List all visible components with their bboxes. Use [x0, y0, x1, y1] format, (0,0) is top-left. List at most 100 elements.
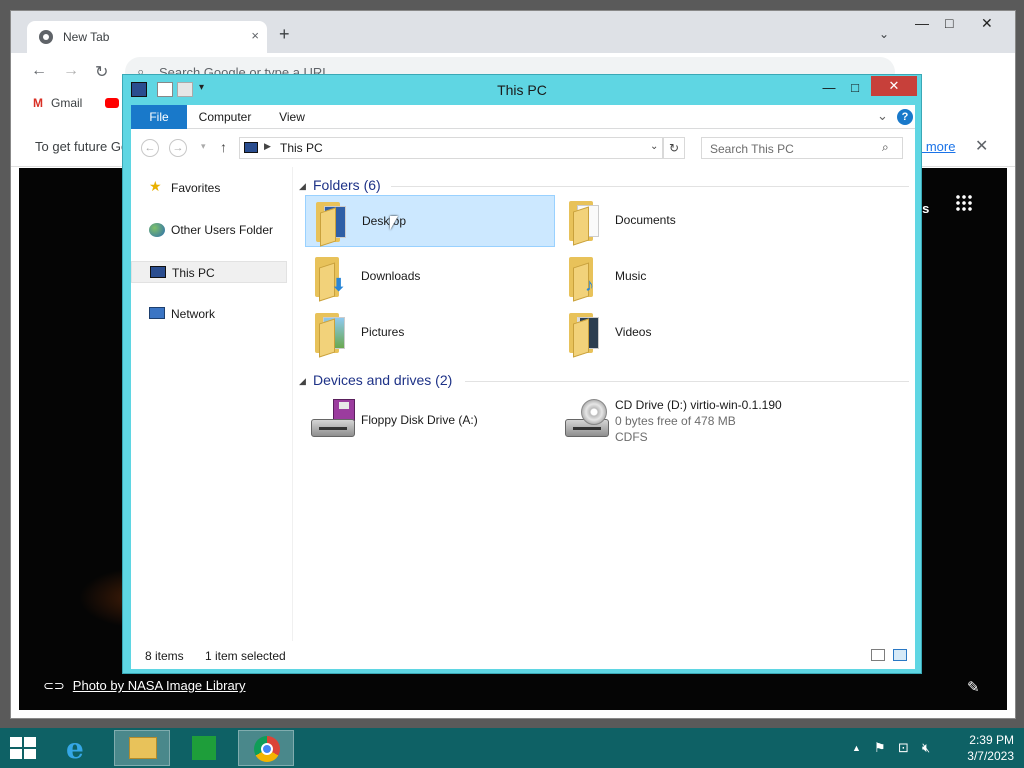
nav-item-this-pc[interactable]: This PC — [131, 261, 287, 283]
drive-label: CD Drive (D:) virtio-win-0.1.190 — [615, 398, 782, 412]
chrome-minimize-button[interactable]: — — [915, 15, 929, 31]
search-icon[interactable]: ⌕ — [882, 140, 889, 155]
collapse-triangle-icon[interactable]: ◢ — [299, 376, 306, 387]
customize-edit-icon[interactable]: ✎ — [967, 678, 980, 696]
address-bar[interactable]: ▶ This PC ⌄ — [239, 137, 663, 159]
folder-label: Downloads — [361, 269, 421, 283]
expand-ribbon-chevron-icon[interactable]: ⌄ — [877, 108, 888, 124]
devices-group-header[interactable]: ◢ Devices and drives (2) — [299, 372, 909, 392]
action-center-flag-icon[interactable]: ⚑ — [874, 740, 886, 756]
network-tray-icon[interactable]: ⊡ — [898, 740, 909, 756]
group-divider — [391, 186, 909, 187]
address-this-pc-icon — [244, 142, 258, 153]
large-icons-view-icon[interactable] — [893, 649, 907, 661]
chrome-tab-close-icon[interactable]: × — [251, 28, 259, 43]
drive-cd-d[interactable]: CD Drive (D:) virtio-win-0.1.190 0 bytes… — [559, 393, 809, 445]
folder-pictures[interactable]: Pictures — [305, 307, 555, 359]
collapse-triangle-icon[interactable]: ◢ — [299, 181, 306, 192]
help-icon[interactable]: ? — [897, 109, 913, 125]
folder-icon: ♪ — [567, 255, 607, 302]
star-icon: ★ — [149, 178, 162, 194]
folder-music[interactable]: ♪ Music — [559, 251, 809, 303]
details-view-icon[interactable] — [871, 649, 885, 661]
explorer-window: ▾ This PC — □ ✕ File Computer View ⌄ ? ←… — [122, 74, 922, 674]
folders-group-header[interactable]: ◢ Folders (6) — [299, 177, 909, 197]
refresh-button[interactable]: ↻ — [663, 137, 685, 159]
chrome-new-tab-button[interactable]: + — [279, 25, 290, 43]
ribbon-tab-computer[interactable]: Computer — [193, 105, 257, 129]
nav-item-label: Other Users Folder — [171, 223, 274, 237]
clock-time: 2:39 PM — [969, 733, 1014, 747]
taskbar-store[interactable] — [176, 730, 232, 766]
folder-downloads[interactable]: ⬇ Downloads — [305, 251, 555, 303]
chrome-forward-button[interactable]: → — [63, 62, 79, 80]
chrome-reload-button[interactable]: ↻ — [95, 62, 108, 82]
photo-credit[interactable]: ⊂⊃ Photo by NASA Image Library — [43, 678, 246, 694]
taskbar-chrome[interactable] — [238, 730, 294, 766]
music-note-icon: ♪ — [585, 275, 594, 295]
bookmark-gmail-label: Gmail — [51, 96, 83, 110]
address-history-chevron-icon[interactable]: ⌄ — [650, 141, 658, 152]
bookmark-gmail[interactable]: M Gmail — [33, 96, 82, 110]
explorer-titlebar[interactable]: ▾ This PC — □ ✕ — [123, 75, 921, 103]
folder-label: Music — [615, 269, 647, 283]
chrome-maximize-button[interactable]: □ — [945, 15, 953, 31]
folder-label: Pictures — [361, 325, 405, 339]
explorer-maximize-button[interactable]: □ — [845, 77, 865, 99]
drive-label: Floppy Disk Drive (A:) — [361, 413, 478, 427]
google-apps-icon[interactable] — [955, 194, 973, 212]
folder-desktop[interactable]: Desktop — [305, 195, 555, 247]
up-one-level-button[interactable]: ↑ — [220, 139, 227, 155]
explorer-close-button[interactable]: ✕ — [871, 76, 917, 96]
explorer-back-button[interactable]: ← — [141, 139, 159, 157]
chrome-tab-search-icon[interactable]: ⌄ — [879, 27, 889, 41]
photo-credit-link[interactable]: Photo by NASA Image Library — [73, 678, 246, 693]
chrome-back-button[interactable]: ← — [31, 62, 47, 80]
taskbar-file-explorer[interactable] — [114, 730, 170, 766]
status-item-count: 8 items — [145, 649, 184, 663]
clock-date: 3/7/2023 — [967, 749, 1014, 763]
volume-muted-icon[interactable]: 🔇︎ — [922, 740, 930, 756]
nav-item-label: This PC — [172, 266, 215, 280]
internet-explorer-icon: e — [66, 732, 84, 765]
show-hidden-icons-button[interactable]: ▲ — [852, 743, 861, 753]
drive-details: CD Drive (D:) virtio-win-0.1.190 0 bytes… — [615, 397, 782, 445]
group-divider — [465, 381, 909, 382]
nav-item-favorites[interactable]: ★ Favorites — [131, 177, 287, 199]
folder-label: Documents — [615, 213, 676, 227]
devices-group-label: Devices and drives (2) — [313, 372, 453, 388]
chrome-favicon-icon — [39, 30, 53, 44]
explorer-minimize-button[interactable]: — — [819, 77, 839, 99]
clock[interactable]: 2:39 PM 3/7/2023 — [944, 732, 1014, 764]
start-button[interactable] — [10, 737, 38, 761]
ribbon-tabs: File Computer View ⌄ ? — [131, 105, 915, 129]
folder-documents[interactable]: Documents — [559, 195, 809, 247]
folders-group-label: Folders (6) — [313, 177, 381, 193]
breadcrumb-separator-icon[interactable]: ▶ — [264, 141, 271, 152]
chrome-tab-title: New Tab — [63, 30, 110, 44]
nav-item-other-users-folder[interactable]: Other Users Folder — [131, 219, 287, 241]
floppy-drive-icon — [311, 399, 355, 439]
ribbon-tab-view[interactable]: View — [269, 105, 315, 129]
ribbon-tab-file[interactable]: File — [131, 105, 187, 129]
explorer-forward-button[interactable]: → — [169, 139, 187, 157]
drive-floppy-a[interactable]: Floppy Disk Drive (A:) — [305, 393, 555, 445]
nav-item-network[interactable]: Network — [131, 303, 287, 325]
taskbar-internet-explorer[interactable]: e — [52, 730, 108, 766]
infobar-close-icon[interactable]: ✕ — [975, 136, 988, 156]
address-breadcrumb[interactable]: This PC — [280, 141, 323, 155]
chrome-tab-new-tab[interactable]: New Tab × — [27, 21, 267, 53]
recent-locations-dropdown-icon[interactable]: ▾ — [201, 141, 206, 152]
folder-icon: ⬇ — [313, 255, 353, 302]
navigation-pane: ★ Favorites Other Users Folder This PC N… — [131, 167, 293, 641]
drive-filesystem: CDFS — [615, 430, 648, 444]
chrome-close-button[interactable]: ✕ — [981, 15, 993, 32]
folder-icon — [567, 199, 607, 246]
address-row: ← → ▾ ↑ ▶ This PC ⌄ ↻ Search This PC ⌕ — [131, 129, 915, 167]
search-box[interactable]: Search This PC ⌕ — [701, 137, 903, 159]
youtube-icon[interactable] — [105, 98, 119, 108]
download-arrow-icon: ⬇ — [331, 275, 347, 295]
explorer-body: ★ Favorites Other Users Folder This PC N… — [131, 167, 915, 669]
folder-videos[interactable]: Videos — [559, 307, 809, 359]
nav-item-label: Favorites — [171, 181, 221, 195]
